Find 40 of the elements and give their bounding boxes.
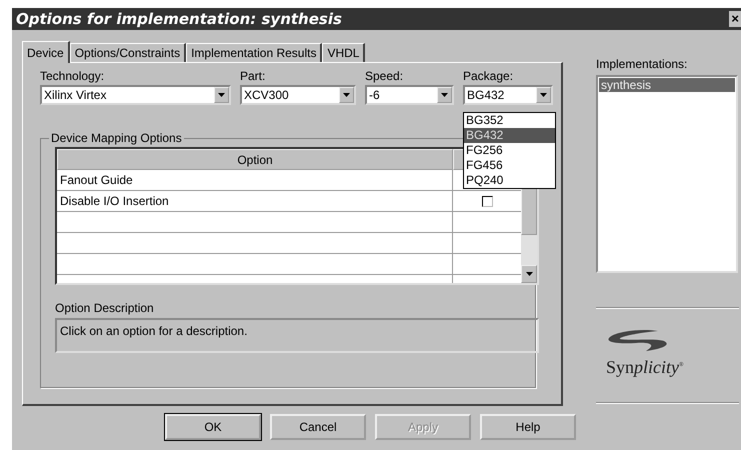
field-label: Technology: (40, 69, 106, 83)
table-cell[interactable] (57, 212, 453, 233)
dropdown-item[interactable]: BG432 (464, 128, 555, 143)
dropdown-item[interactable]: FG456 (464, 158, 555, 173)
close-button[interactable]: × (729, 11, 741, 27)
dialog-button[interactable]: OK (165, 414, 261, 440)
dropdown-field[interactable]: -6 (365, 85, 454, 105)
dropdown-field[interactable]: Xilinx Virtex (40, 85, 231, 105)
dropdown-field[interactable]: BG432 (463, 85, 553, 105)
tab[interactable]: Device (22, 41, 70, 63)
list-item[interactable]: synthesis (599, 78, 735, 92)
field-label: Speed: (365, 69, 404, 83)
tab[interactable]: Options/Constraints (70, 43, 186, 62)
field-label: Package: (463, 69, 514, 83)
down-arrow-icon (218, 93, 225, 97)
dropdown-item[interactable]: BG352 (464, 113, 555, 128)
tab[interactable]: VHDL (322, 43, 366, 62)
dialog-button[interactable]: Help (480, 414, 576, 440)
down-arrow-icon (540, 93, 547, 97)
column-header[interactable]: Option (57, 149, 453, 170)
dropdown-item[interactable]: FG256 (464, 143, 555, 158)
dropdown-field[interactable]: XCV300 (240, 85, 356, 105)
tab[interactable]: Implementation Results (186, 43, 322, 62)
down-arrow-icon (526, 272, 532, 276)
table-cell[interactable]: Fanout Guide (57, 170, 453, 191)
logo-text: Synplicity$^{®}$ (606, 357, 684, 378)
dialog-button[interactable]: Cancel (270, 414, 366, 440)
window-title: Options for implementation: synthesis (16, 10, 342, 28)
description-box: Click on an option for a description. (55, 318, 539, 353)
table-cell[interactable]: Disable I/O Insertion (57, 191, 453, 212)
dropdown-item[interactable]: PQ240 (464, 173, 555, 188)
table-cell[interactable] (57, 254, 453, 275)
down-arrow-icon (441, 93, 448, 97)
description-label: Option Description (55, 301, 155, 315)
down-arrow-icon (343, 93, 350, 97)
group-title: Device Mapping Options (49, 131, 184, 145)
checkbox[interactable] (482, 196, 492, 206)
field-label: Part: (240, 69, 266, 83)
list-label: Implementations: (596, 57, 688, 71)
table-cell[interactable] (57, 233, 453, 254)
